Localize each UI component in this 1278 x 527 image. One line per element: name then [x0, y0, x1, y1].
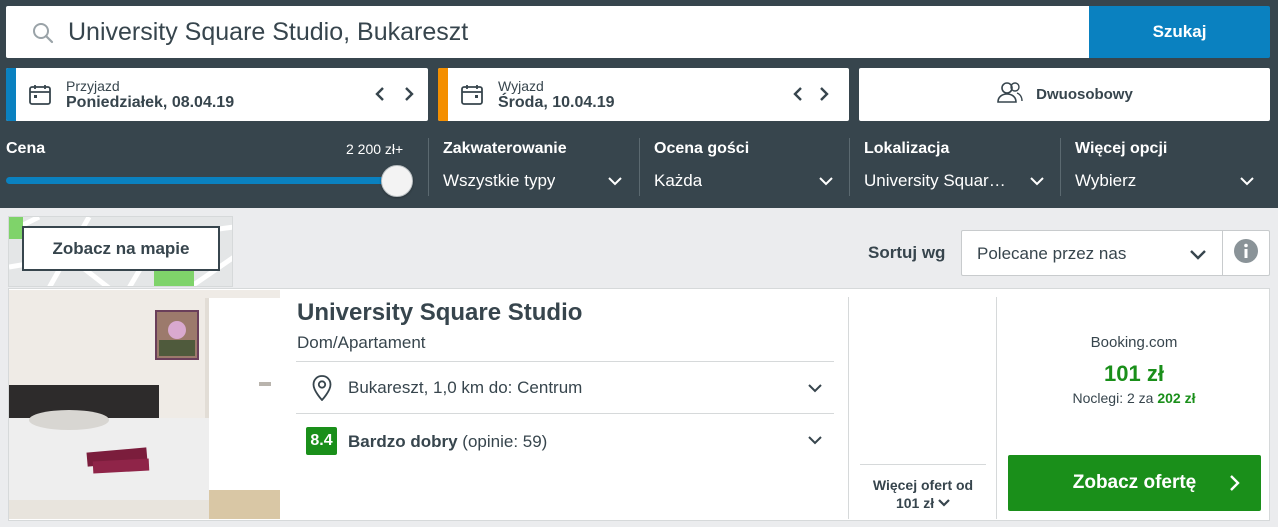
calendar-icon — [460, 83, 484, 107]
checkin-value: Poniedziałek, 08.04.19 — [66, 94, 235, 111]
sort-dropdown-value: Polecane przez nas — [977, 244, 1127, 263]
price-slider-track[interactable] — [6, 177, 398, 184]
checkin-accent — [6, 68, 16, 121]
search-icon — [32, 22, 54, 44]
filter-divider — [639, 138, 640, 196]
chevron-down-icon — [938, 495, 950, 511]
checkout-date-picker[interactable]: Wyjazd Środa, 10.04.19 — [438, 68, 849, 121]
more-offers-button[interactable]: Więcej ofert od 101 zł — [860, 466, 986, 516]
chevron-left-icon[interactable] — [787, 82, 809, 106]
view-deal-button[interactable]: Zobacz ofertę — [1008, 455, 1261, 511]
more-offers-label: Więcej ofert od — [872, 477, 974, 493]
rating-label: Bardzo dobry — [348, 432, 458, 451]
room-type-label: Dwuosobowy — [1036, 86, 1133, 103]
rating-count: (opinie: 59) — [462, 432, 548, 451]
view-on-map-button[interactable]: Zobacz na mapie — [22, 226, 220, 271]
chevron-down-icon — [1028, 172, 1046, 190]
hotel-photo[interactable] — [9, 290, 280, 519]
guest-rating-filter[interactable]: Ocena gości Każda — [654, 128, 839, 208]
more-offers-price-line: 101 zł — [860, 494, 986, 512]
column-divider — [996, 297, 997, 519]
price-slider-handle[interactable] — [381, 165, 413, 197]
search-button[interactable]: Szukaj — [1089, 6, 1270, 58]
hotel-name[interactable]: University Square Studio — [297, 299, 582, 327]
info-button[interactable] — [1222, 230, 1270, 276]
guests-icon — [996, 81, 1024, 108]
chevron-right-icon — [1227, 474, 1243, 492]
guest-rating-filter-label: Ocena gości — [654, 140, 750, 157]
deal-nights-label: Noclegi: 2 za — [1072, 390, 1154, 406]
filter-divider — [849, 138, 850, 196]
more-options-filter[interactable]: Więcej opcji Wybierz — [1075, 128, 1260, 208]
location-row[interactable]: Bukareszt, 1,0 km do: Centrum — [296, 362, 834, 414]
rating-row[interactable]: 8.4 Bardzo dobry (opinie: 59) — [296, 414, 834, 468]
chevron-right-icon[interactable] — [813, 82, 835, 106]
deal-provider: Booking.com — [1090, 334, 1178, 351]
checkout-accent — [438, 68, 448, 121]
location-text: Bukareszt, 1,0 km do: Centrum — [348, 378, 583, 397]
deal-nights: Noclegi: 2 za 202 zł — [998, 390, 1270, 406]
search-input[interactable] — [68, 6, 1068, 58]
accommodation-filter[interactable]: Zakwaterowanie Wszystkie typy — [443, 128, 628, 208]
rating-text: Bardzo dobry (opinie: 59) — [348, 432, 547, 452]
deal-total-price: 202 zł — [1157, 390, 1196, 406]
chevron-down-icon — [1188, 244, 1208, 264]
sort-label: Sortuj wg — [868, 243, 946, 262]
room-type-selector[interactable]: Dwuosobowy — [859, 68, 1270, 121]
map-pin-icon — [312, 375, 332, 402]
chevron-down-icon — [1238, 172, 1256, 190]
checkout-value: Środa, 10.04.19 — [498, 94, 615, 111]
price-filter: Cena — [6, 128, 416, 208]
chevron-down-icon — [806, 379, 824, 397]
chevron-left-icon[interactable] — [369, 82, 391, 106]
more-options-filter-value: Wybierz — [1075, 171, 1137, 190]
location-filter-label: Lokalizacja — [864, 140, 950, 157]
chevron-down-icon — [806, 431, 824, 449]
column-divider — [848, 297, 849, 519]
row-divider — [860, 464, 986, 465]
chevron-down-icon — [606, 172, 624, 190]
view-deal-label: Zobacz ofertę — [1072, 472, 1197, 493]
more-offers-price: 101 zł — [895, 495, 935, 511]
checkin-label: Przyjazd — [66, 78, 120, 94]
accommodation-filter-value: Wszystkie typy — [443, 171, 556, 190]
accommodation-filter-label: Zakwaterowanie — [443, 140, 567, 157]
chevron-right-icon[interactable] — [398, 82, 420, 106]
deal-price: 101 zł — [1104, 361, 1164, 386]
checkin-date-picker[interactable]: Przyjazd Poniedziałek, 08.04.19 — [6, 68, 428, 121]
checkout-label: Wyjazd — [498, 78, 544, 94]
chevron-down-icon — [817, 172, 835, 190]
location-filter-value: University Squar… — [864, 171, 1006, 190]
price-max-value: 2 200 zł+ — [346, 141, 404, 157]
price-filter-label: Cena — [6, 140, 46, 157]
filter-divider — [428, 138, 429, 196]
info-icon — [1233, 238, 1259, 269]
sort-dropdown[interactable]: Polecane przez nas — [961, 230, 1223, 276]
location-filter[interactable]: Lokalizacja University Squar… — [864, 128, 1049, 208]
hotel-type: Dom/Apartament — [297, 333, 426, 352]
search-box[interactable] — [6, 6, 1090, 58]
calendar-icon — [28, 83, 52, 107]
rating-score-badge: 8.4 — [306, 427, 337, 455]
guest-rating-filter-value: Każda — [654, 171, 703, 190]
more-options-filter-label: Więcej opcji — [1075, 140, 1168, 157]
filter-divider — [1060, 138, 1061, 196]
